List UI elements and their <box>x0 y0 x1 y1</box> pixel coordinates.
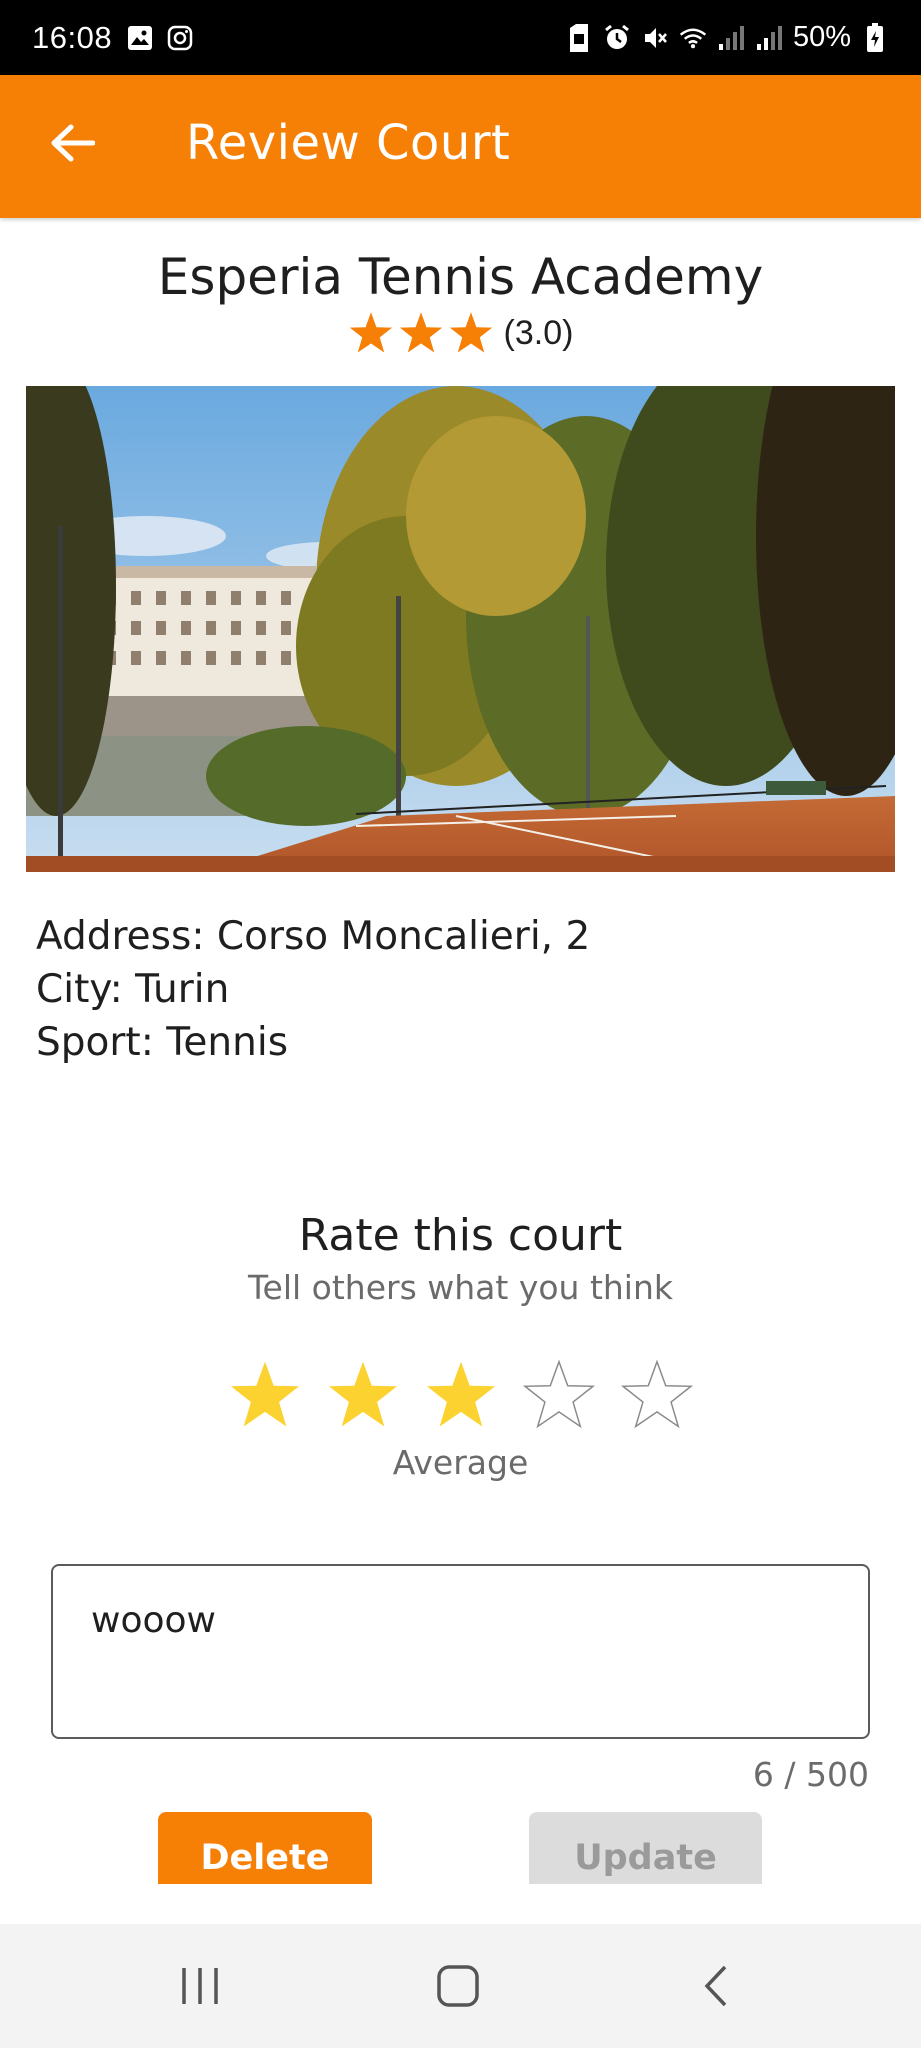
star-filled-icon <box>399 312 442 353</box>
nav-back-button[interactable] <box>676 1960 756 2016</box>
char-counter: 6 / 500 <box>752 1755 869 1794</box>
rating-input <box>0 1358 921 1432</box>
update-button[interactable]: Update <box>529 1812 762 1884</box>
rating-label: Average <box>392 1443 529 1482</box>
recent-apps-button[interactable] <box>160 1960 240 2016</box>
delete-button[interactable]: Delete <box>158 1812 372 1884</box>
rate-star-empty[interactable] <box>620 1358 694 1432</box>
rate-star-empty[interactable] <box>522 1358 596 1432</box>
court-city: City: Turin <box>36 967 230 1012</box>
status-bar: 16:08 50% <box>0 0 921 75</box>
rate-star-filled[interactable] <box>424 1358 498 1432</box>
sim-icon <box>565 23 593 52</box>
rate-title: Rate this court <box>298 1210 623 1261</box>
review-textarea[interactable]: wooow <box>51 1564 870 1739</box>
recent-apps-icon <box>178 1966 222 2011</box>
star-filled-icon <box>449 312 492 353</box>
home-icon <box>436 1964 480 2013</box>
rate-subtitle: Tell others what you think <box>247 1268 673 1307</box>
court-address: Address: Corso Moncalieri, 2 <box>36 914 591 959</box>
instagram-icon <box>166 24 194 52</box>
court-rating-stars <box>348 310 494 356</box>
battery-charging-icon <box>861 22 889 52</box>
app-bar: Review Court <box>0 75 921 218</box>
signal-icon <box>755 24 783 52</box>
arrow-left-icon <box>49 123 96 168</box>
battery-percent: 50% <box>792 21 851 53</box>
back-button[interactable] <box>42 115 102 175</box>
star-filled-icon <box>349 312 392 353</box>
rate-star-filled[interactable] <box>228 1358 302 1432</box>
gallery-icon <box>126 24 154 52</box>
mute-icon <box>641 24 669 52</box>
court-info: Address: Corso Moncalieri, 2 City: Turin… <box>36 910 590 1069</box>
home-button[interactable] <box>418 1960 498 2016</box>
rate-star-filled[interactable] <box>326 1358 400 1432</box>
back-icon <box>701 1964 731 2013</box>
page-title: Review Court <box>186 115 511 171</box>
wifi-icon <box>679 24 707 52</box>
signal-icon <box>717 24 745 52</box>
court-name: Esperia Tennis Academy <box>157 248 764 306</box>
court-photo <box>26 386 895 872</box>
court-rating-value: (3.0) <box>503 313 574 352</box>
review-text: wooow <box>91 1600 216 1641</box>
alarm-icon <box>603 24 631 52</box>
system-nav-bar <box>0 1924 921 2048</box>
status-time: 16:08 <box>32 19 113 55</box>
court-rating: (3.0) <box>0 310 921 356</box>
court-sport: Sport: Tennis <box>36 1020 289 1065</box>
